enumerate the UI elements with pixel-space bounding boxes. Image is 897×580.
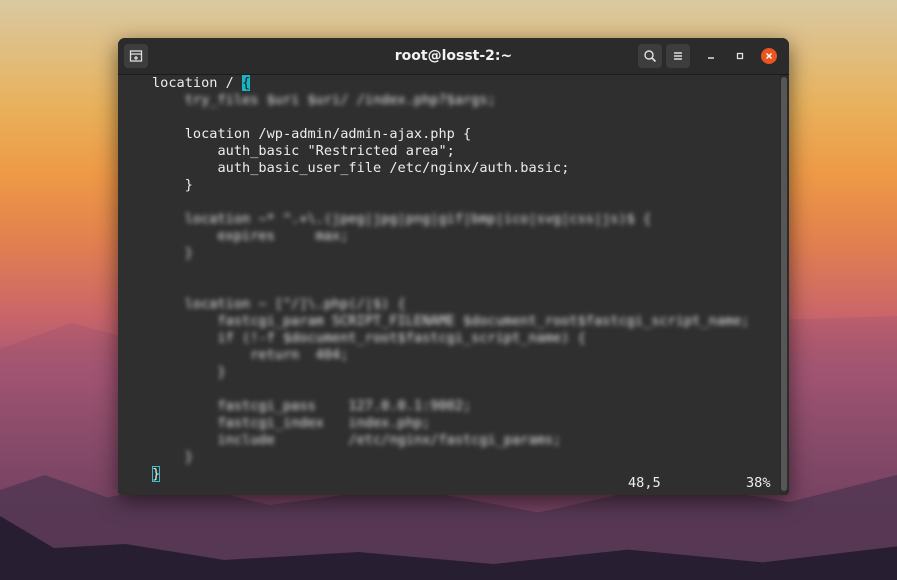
code-line: fastcgi_param SCRIPT_FILENAME $document_… [152,313,750,329]
code-line: auth_basic "Restricted area"; [152,143,455,159]
code-line: return 404; [152,347,349,363]
code-line: fastcgi_index index.php; [152,415,431,431]
search-button[interactable] [638,44,662,68]
title-bar: root@losst-2:~ [118,38,789,75]
code-line: if (!-f $document_root$fastcgi_script_na… [152,330,586,346]
hamburger-menu-icon [674,52,682,60]
code-line: } [152,466,161,483]
code-line: try_files $uri $uri/ /index.php?$args; [152,92,496,108]
mountain-ridge-near [0,516,897,580]
menu-button[interactable] [666,44,690,68]
maximize-button[interactable] [732,48,748,64]
scroll-percent: 38% [746,475,771,491]
editor-cursor: { [242,75,251,91]
code-line: } [152,364,226,380]
code-text: location / [152,75,243,91]
code-line: fastcgi_pass 127.0.0.1:9002; [152,398,472,414]
cursor-position: 48,5 [628,475,661,491]
code-line: location ~* ^.+\.(jpeg|jpg|png|gif|bmp|i… [152,211,652,227]
editor-cursor: } [152,466,161,482]
code-line: location / { [152,75,251,92]
code-line: expires max; [152,228,349,244]
code-line: } [152,245,193,261]
code-line: location /wp-admin/admin-ajax.php { [152,126,472,142]
code-line: auth_basic_user_file /etc/nginx/auth.bas… [152,160,570,176]
search-icon [644,50,657,63]
scrollbar[interactable] [781,77,787,491]
code-line: location ~ [^/]\.php(/|$) { [152,296,406,312]
maximize-icon [736,52,744,60]
minimize-icon [708,57,714,59]
terminal-content[interactable]: location / { try_files $uri $uri/ /index… [118,75,779,495]
minimize-button[interactable] [703,48,719,64]
close-icon [765,52,773,60]
new-tab-button[interactable] [124,44,148,68]
code-line: } [152,449,193,465]
close-button[interactable] [761,48,777,64]
terminal-window: root@losst-2:~ location / {try_files $u… [118,38,789,495]
code-line: } [152,177,193,193]
new-tab-icon [129,50,143,62]
code-line: include /etc/nginx/fastcgi_params; [152,432,562,448]
